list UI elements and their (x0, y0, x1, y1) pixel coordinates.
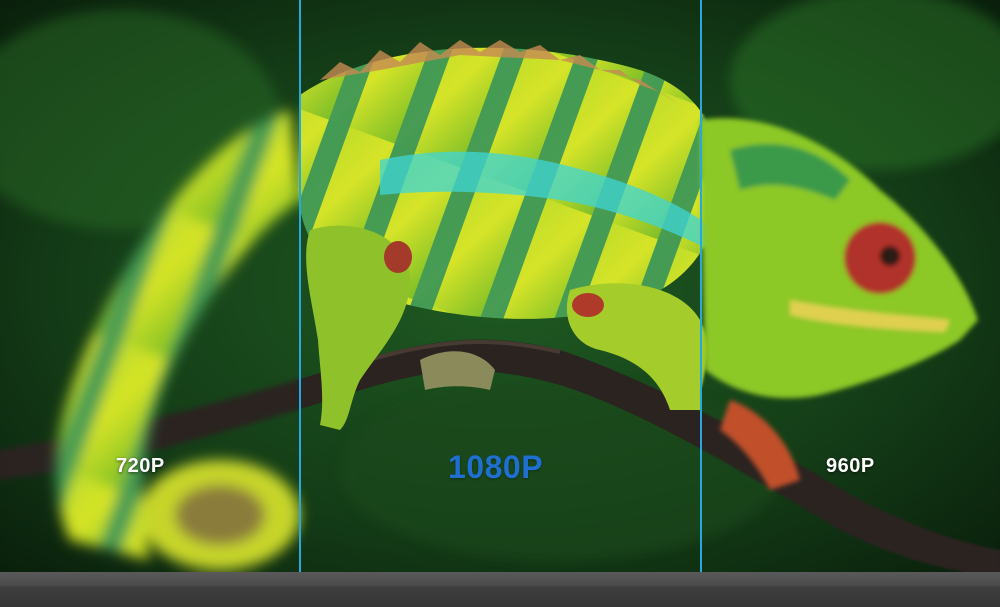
bottom-bar (0, 572, 1000, 607)
divider-left (299, 0, 301, 572)
panel-720p (0, 0, 300, 572)
panel-960p (702, 0, 1000, 572)
label-720p: 720P (116, 455, 165, 477)
panel-1080p (302, 0, 700, 572)
label-960p: 960P (826, 455, 875, 477)
divider-right (700, 0, 702, 572)
comparison-image: 720P 1080P 960P (0, 0, 1000, 572)
label-1080p: 1080P (448, 449, 544, 485)
